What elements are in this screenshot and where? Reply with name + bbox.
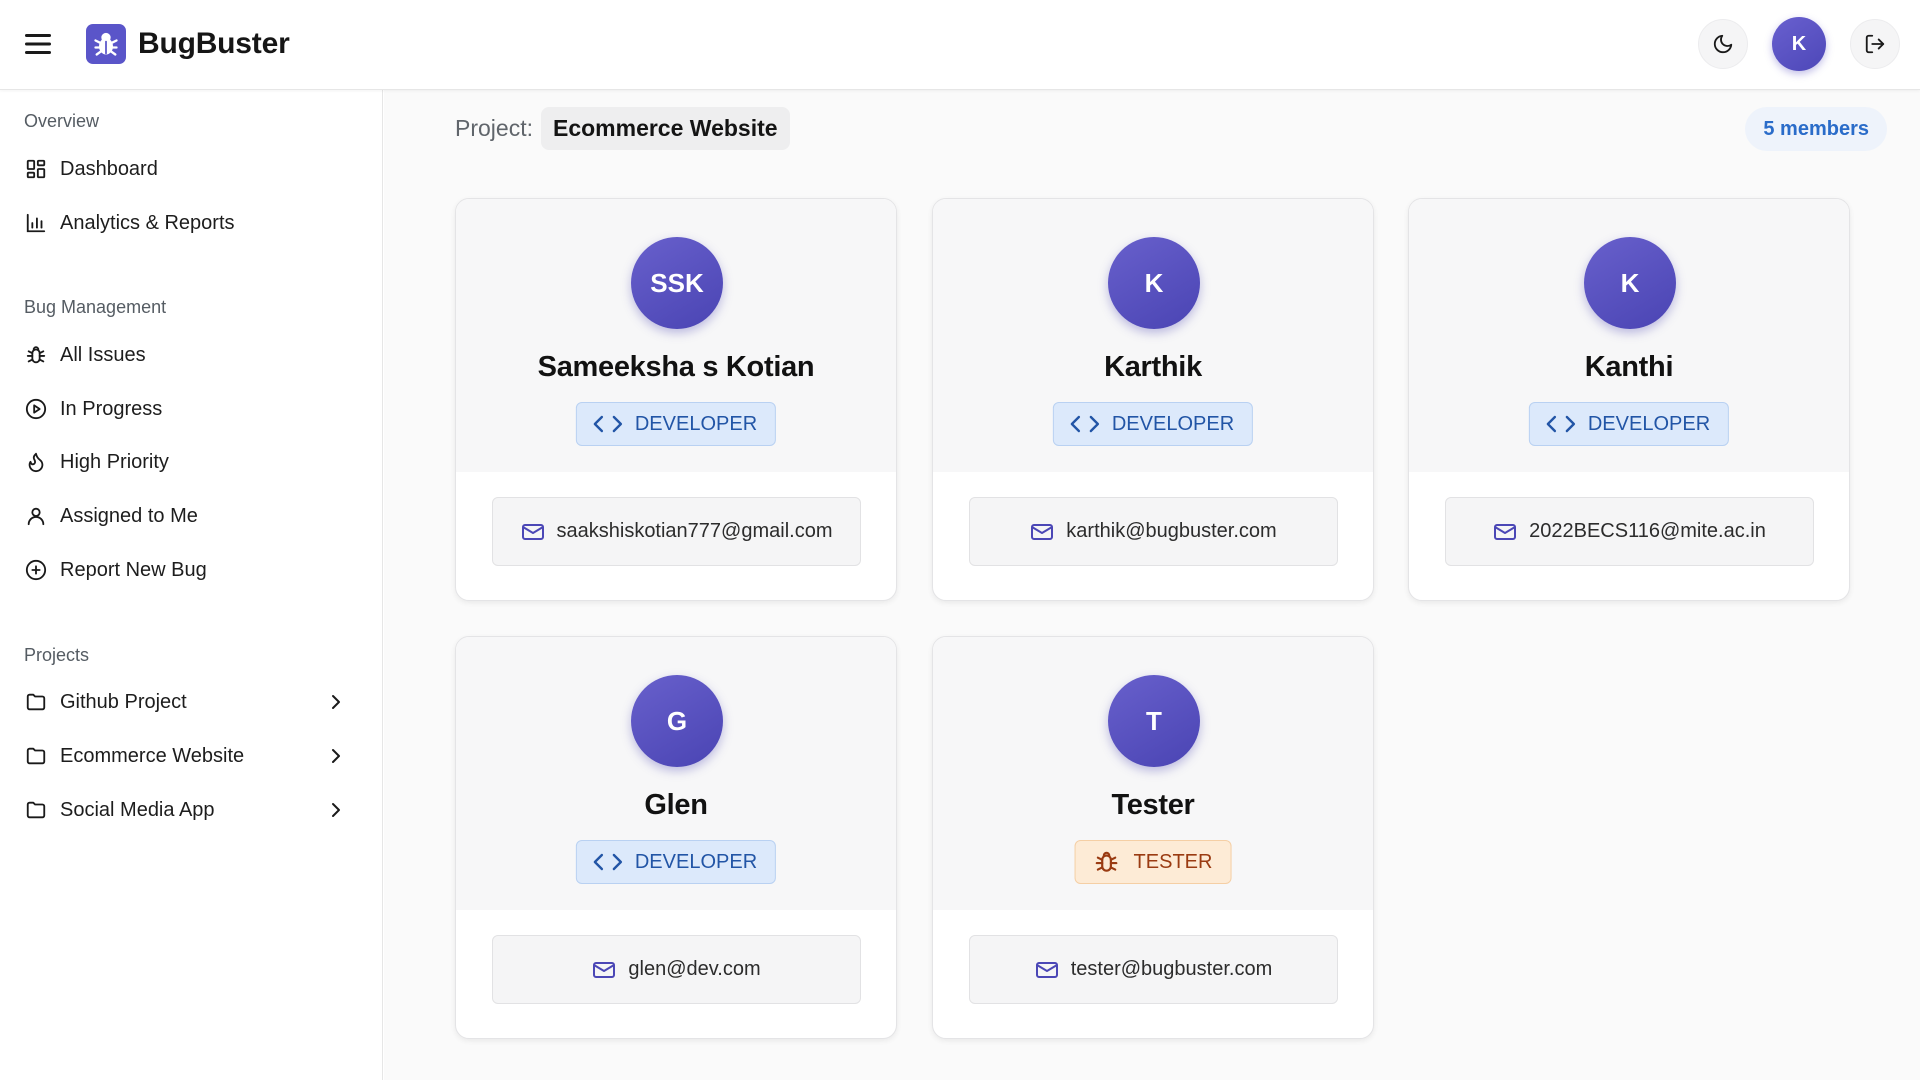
member-email: karthik@bugbuster.com (1066, 520, 1277, 542)
sidebar-item-social-media-app[interactable]: Social Media App (12, 787, 360, 833)
email-field[interactable]: tester@bugbuster.com (969, 935, 1338, 1004)
sidebar-item-label: Social Media App (60, 798, 215, 821)
hamburger-menu-button[interactable] (18, 24, 58, 64)
bug-icon (24, 343, 48, 367)
bar-chart-icon (24, 211, 48, 235)
member-avatar: T (1108, 675, 1200, 767)
project-label: Project: (455, 115, 533, 141)
members-count-badge: 5 members (1745, 107, 1887, 151)
member-card[interactable]: K Kanthi DEVELOPER 2022BECS116@mite.ac.i… (1408, 198, 1850, 601)
member-avatar: K (1584, 237, 1676, 329)
role-badge: DEVELOPER (575, 402, 777, 446)
mail-icon (1031, 523, 1054, 540)
project-header: Project: Ecommerce Website (455, 107, 790, 150)
bug-icon (1092, 850, 1122, 874)
role-badge: DEVELOPER (575, 840, 777, 884)
chevron-right-icon[interactable] (324, 690, 348, 714)
member-email: glen@dev.com (628, 958, 761, 980)
mail-icon (1035, 961, 1058, 978)
member-name: Tester (1111, 789, 1195, 821)
sidebar-item-high-priority[interactable]: High Priority (12, 439, 360, 485)
sidebar-item-label: All Issues (60, 343, 146, 366)
member-avatar: K (1108, 237, 1200, 329)
member-name: Kanthi (1584, 351, 1674, 383)
user-avatar[interactable]: K (1772, 17, 1826, 71)
member-name: Sameeksha s Kotian (537, 351, 815, 383)
folder-icon (24, 744, 48, 768)
flame-icon (24, 450, 48, 474)
sidebar-item-report-new-bug[interactable]: Report New Bug (12, 547, 360, 593)
sidebar-item-all-issues[interactable]: All Issues (12, 332, 360, 378)
role-label: DEVELOPER (634, 412, 758, 435)
member-name: Karthik (1104, 351, 1202, 383)
folder-icon (24, 690, 48, 714)
role-label: DEVELOPER (1111, 412, 1235, 435)
sidebar-item-label: In Progress (60, 397, 163, 420)
sidebar-item-label: Github Project (60, 690, 187, 713)
code-icon (593, 412, 623, 436)
member-card[interactable]: SSK Sameeksha s Kotian DEVELOPER saakshi… (455, 198, 897, 601)
sidebar-item-assigned-to-me[interactable]: Assigned to Me (12, 493, 360, 539)
section-title-bug-management: Bug Management (24, 297, 167, 317)
user-icon (24, 504, 48, 528)
role-badge: TESTER (1074, 840, 1232, 884)
sidebar-item-label: Assigned to Me (60, 504, 198, 527)
chevron-right-icon[interactable] (324, 744, 348, 768)
moon-icon (1713, 34, 1733, 54)
theme-toggle-button[interactable] (1698, 19, 1748, 69)
sidebar-item-label: Dashboard (60, 157, 158, 180)
mail-icon (521, 523, 544, 540)
chevron-right-icon[interactable] (324, 798, 348, 822)
plus-circle-icon (24, 558, 48, 582)
member-email: saakshiskotian777@gmail.com (556, 520, 833, 542)
main-content: Project: Ecommerce Website 5 members SSK… (384, 90, 1920, 1080)
email-field[interactable]: karthik@bugbuster.com (969, 497, 1338, 566)
sidebar-item-dashboard[interactable]: Dashboard (12, 146, 360, 192)
play-circle-icon (24, 397, 48, 421)
role-label: DEVELOPER (634, 850, 758, 873)
folder-icon (24, 798, 48, 822)
sidebar-item-analytics[interactable]: Analytics & Reports (12, 200, 360, 246)
member-avatar: SSK (631, 237, 723, 329)
logout-icon (1865, 34, 1885, 54)
role-badge: DEVELOPER (1528, 402, 1730, 446)
app-name: BugBuster (138, 27, 290, 60)
member-card[interactable]: G Glen DEVELOPER glen@dev.com (455, 636, 897, 1039)
brand[interactable]: BugBuster (86, 24, 290, 64)
sidebar-item-ecommerce-website[interactable]: Ecommerce Website (12, 733, 360, 779)
member-card[interactable]: K Karthik DEVELOPER karthik@bugbuster.co… (932, 198, 1374, 601)
sidebar-item-github-project[interactable]: Github Project (12, 679, 360, 725)
sidebar-item-label: Report New Bug (60, 558, 207, 581)
sidebar-item-label: High Priority (60, 450, 169, 473)
dashboard-icon (24, 157, 48, 181)
mail-icon (593, 961, 616, 978)
section-title-overview: Overview (24, 111, 100, 131)
sidebar-item-in-progress[interactable]: In Progress (12, 386, 360, 432)
sidebar: Overview Dashboard Analytics & Reports B… (0, 90, 383, 1080)
role-badge: DEVELOPER (1052, 402, 1254, 446)
code-icon (1546, 412, 1576, 436)
mail-icon (1494, 523, 1517, 540)
code-icon (593, 850, 623, 874)
top-bar: BugBuster K (0, 0, 1920, 90)
section-title-projects: Projects (24, 645, 90, 665)
role-label: DEVELOPER (1587, 412, 1711, 435)
email-field[interactable]: 2022BECS116@mite.ac.in (1445, 497, 1814, 566)
email-field[interactable]: saakshiskotian777@gmail.com (492, 497, 861, 566)
member-email: tester@bugbuster.com (1070, 958, 1273, 980)
member-card[interactable]: T Tester TESTER tester@bugbuster.com (932, 636, 1374, 1039)
member-avatar: G (631, 675, 723, 767)
code-icon (1070, 412, 1100, 436)
member-name: Glen (644, 789, 708, 821)
hamburger-menu-icon (25, 34, 51, 54)
logout-button[interactable] (1850, 19, 1900, 69)
sidebar-item-label: Ecommerce Website (60, 744, 245, 767)
member-email: 2022BECS116@mite.ac.in (1529, 520, 1766, 542)
project-name: Ecommerce Website (540, 107, 790, 150)
email-field[interactable]: glen@dev.com (492, 935, 861, 1004)
sidebar-item-label: Analytics & Reports (60, 211, 235, 234)
role-label: TESTER (1133, 850, 1213, 873)
bug-logo-icon (86, 24, 126, 64)
